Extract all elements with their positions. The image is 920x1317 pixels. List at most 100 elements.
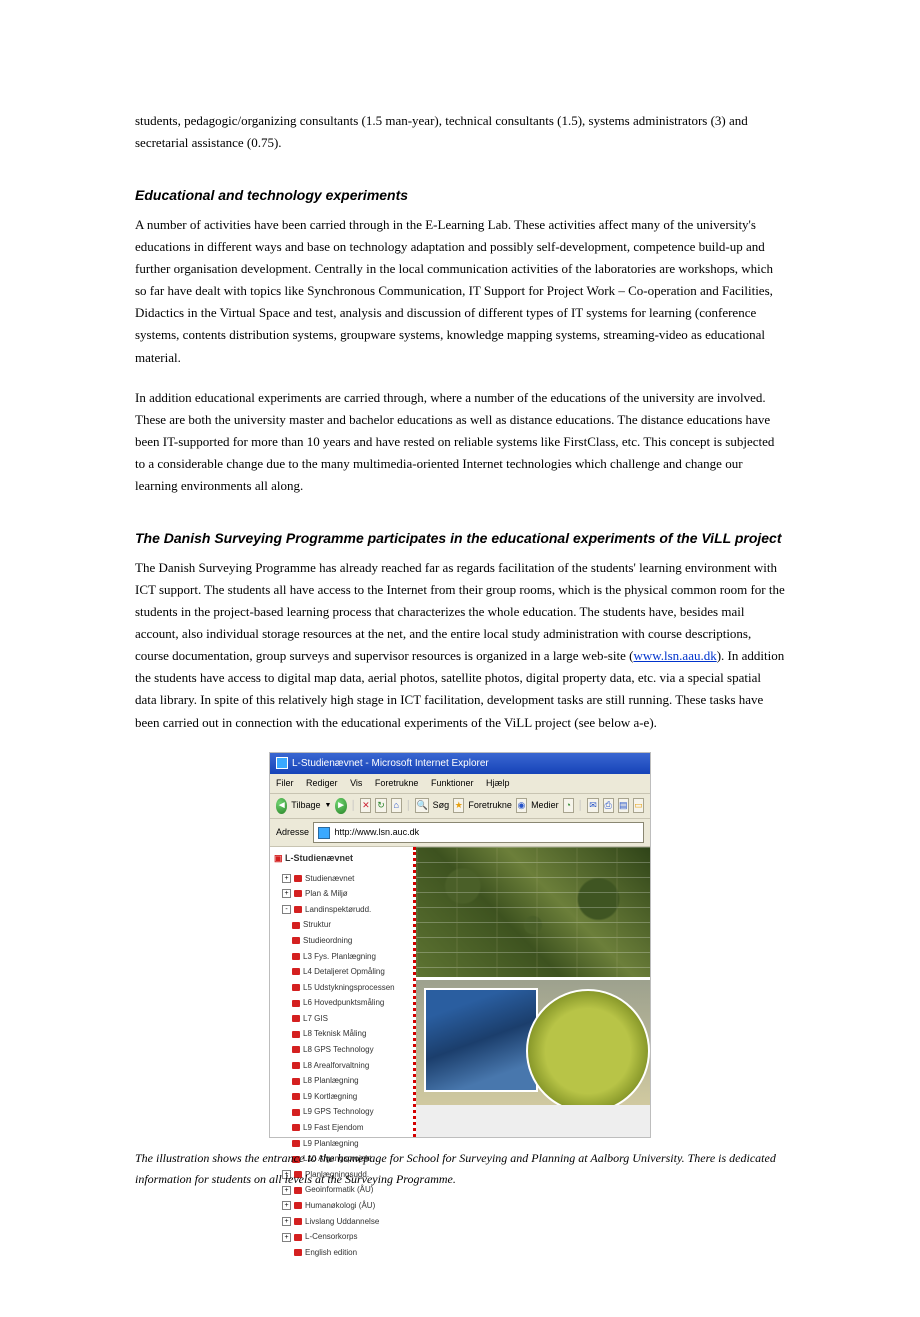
menu-vis[interactable]: Vis — [350, 778, 362, 788]
tree-toggle-icon[interactable]: + — [282, 1217, 291, 1226]
tree-label: Studieordning — [303, 934, 352, 948]
folder-icon — [292, 1062, 300, 1069]
tree-label: English edition — [305, 1246, 357, 1260]
refresh-icon[interactable]: ↻ — [375, 798, 386, 813]
tree-item[interactable]: + Studienævnet — [274, 871, 409, 887]
discuss-icon[interactable]: ▭ — [633, 798, 644, 813]
tree-item[interactable]: L9 Fast Ejendom — [274, 1120, 409, 1136]
tree-toggle-icon[interactable]: + — [282, 874, 291, 883]
heading-danish-surveying: The Danish Surveying Programme participa… — [135, 527, 785, 551]
menu-funktioner[interactable]: Funktioner — [431, 778, 474, 788]
favorites-icon[interactable]: ★ — [453, 798, 464, 813]
browser-titlebar: L-Studienævnet - Microsoft Internet Expl… — [270, 753, 650, 774]
search-label: Søg — [433, 798, 450, 813]
browser-screenshot: L-Studienævnet - Microsoft Internet Expl… — [269, 752, 651, 1139]
folder-icon — [294, 875, 302, 882]
browser-menubar: Filer Rediger Vis Foretrukne Funktioner … — [270, 774, 650, 794]
mail-icon[interactable]: ✉ — [587, 798, 598, 813]
folder-icon — [292, 1031, 300, 1038]
tree-item[interactable]: Studieordning — [274, 933, 409, 949]
tree-item[interactable]: L8 Planlægning — [274, 1073, 409, 1089]
tree-label: L8 GPS Technology — [303, 1043, 374, 1057]
ie-icon — [276, 757, 288, 769]
tree-item[interactable]: Struktur — [274, 917, 409, 933]
window-title: L-Studienævnet - Microsoft Internet Expl… — [292, 755, 489, 772]
edit-icon[interactable]: ▤ — [618, 798, 629, 813]
address-input[interactable]: http://www.lsn.auc.dk — [313, 822, 644, 843]
folder-icon — [294, 1218, 302, 1225]
folder-icon — [294, 890, 302, 897]
media-icon[interactable]: ◉ — [516, 798, 527, 813]
forward-button-icon[interactable]: ► — [335, 798, 346, 814]
figure-caption: The illustration shows the entrance to t… — [135, 1148, 785, 1189]
tree-item[interactable]: L4 Detaljeret Opmåling — [274, 964, 409, 980]
history-icon[interactable]: ◔ — [563, 798, 574, 813]
browser-content: ▣ L-Studienævnet +Studienævnet+Plan & Mi… — [270, 847, 650, 1137]
tree-item[interactable]: L8 Teknisk Måling — [274, 1026, 409, 1042]
tree-label: L8 Planlægning — [303, 1074, 359, 1088]
search-icon[interactable]: 🔍 — [415, 798, 428, 813]
nav-sidebar: ▣ L-Studienævnet +Studienævnet+Plan & Mi… — [270, 847, 416, 1137]
tree-item[interactable]: + Plan & Miljø — [274, 886, 409, 902]
tree-item[interactable]: L7 GIS — [274, 1011, 409, 1027]
tree-item[interactable]: + Livslang Uddannelse — [274, 1214, 409, 1230]
tree-item[interactable]: L8 Arealforvaltning — [274, 1058, 409, 1074]
tree-item[interactable]: L3 Fys. Planlægning — [274, 949, 409, 965]
folder-icon — [292, 1000, 300, 1007]
folder-icon — [292, 953, 300, 960]
browser-toolbar: ◄ Tilbage ▼ ► │ ✕ ↻ ⌂ │ 🔍 Søg ★ Foretruk… — [270, 794, 650, 819]
tree-item[interactable]: L5 Udstykningsprocessen — [274, 980, 409, 996]
link-lsn[interactable]: www.lsn.aau.dk — [633, 648, 716, 663]
tree-item[interactable]: + Humanøkologi (ÅU) — [274, 1198, 409, 1214]
folder-icon — [292, 1015, 300, 1022]
tree-label: Landinspektørudd. — [305, 903, 371, 917]
tree-item[interactable]: + L-Censorkorps — [274, 1229, 409, 1245]
folder-icon — [292, 937, 300, 944]
menu-foretrukne[interactable]: Foretrukne — [375, 778, 419, 788]
intro-paragraph: students, pedagogic/organizing consultan… — [135, 110, 785, 154]
tree-item[interactable]: L9 GPS Technology — [274, 1104, 409, 1120]
folder-icon — [294, 1234, 302, 1241]
tree-label: L9 GPS Technology — [303, 1105, 374, 1119]
tree-item[interactable]: L6 Hovedpunktsmåling — [274, 995, 409, 1011]
tree-label: Studienævnet — [305, 872, 354, 886]
tree-label: L4 Detaljeret Opmåling — [303, 965, 385, 979]
tree-toggle-icon[interactable]: + — [282, 1201, 291, 1210]
print-icon[interactable]: ⎙ — [603, 798, 614, 813]
paragraph-surveying: The Danish Surveying Programme has alrea… — [135, 557, 785, 734]
page-icon — [318, 827, 330, 839]
home-icon[interactable]: ⌂ — [391, 798, 402, 813]
folder-icon — [294, 1249, 302, 1256]
folder-icon — [292, 1046, 300, 1053]
stop-icon[interactable]: ✕ — [360, 798, 371, 813]
tree-label: Struktur — [303, 918, 331, 932]
folder-icon — [294, 906, 302, 913]
back-label: Tilbage — [291, 798, 320, 813]
menu-filer[interactable]: Filer — [276, 778, 294, 788]
tree-label: Plan & Miljø — [305, 887, 348, 901]
tree-item[interactable]: L9 Kortlægning — [274, 1089, 409, 1105]
tree-item[interactable]: - Landinspektørudd. — [274, 902, 409, 918]
tree-label: Humanøkologi (ÅU) — [305, 1199, 375, 1213]
tree-label: L-Censorkorps — [305, 1230, 357, 1244]
tree-label: L5 Udstykningsprocessen — [303, 981, 395, 995]
folder-icon — [292, 1078, 300, 1085]
tree-toggle-icon[interactable]: + — [282, 889, 291, 898]
folder-icon — [292, 1124, 300, 1131]
tree-label: Livslang Uddannelse — [305, 1215, 379, 1229]
menu-rediger[interactable]: Rediger — [306, 778, 338, 788]
tree-label: L9 Fast Ejendom — [303, 1121, 363, 1135]
back-button-icon[interactable]: ◄ — [276, 798, 287, 814]
tree-label: L9 Kortlægning — [303, 1090, 357, 1104]
folder-icon — [294, 1202, 302, 1209]
tree-label: L3 Fys. Planlægning — [303, 950, 376, 964]
surveyor-figure — [535, 1000, 590, 1080]
tree-item[interactable]: English edition — [274, 1245, 409, 1261]
tree-toggle-icon[interactable]: + — [282, 1233, 291, 1242]
aerial-photo — [416, 847, 650, 977]
address-label: Adresse — [276, 825, 309, 840]
menu-hjaelp[interactable]: Hjælp — [486, 778, 510, 788]
tree-toggle-icon[interactable]: - — [282, 905, 291, 914]
tree-item[interactable]: L8 GPS Technology — [274, 1042, 409, 1058]
folder-icon — [292, 1093, 300, 1100]
